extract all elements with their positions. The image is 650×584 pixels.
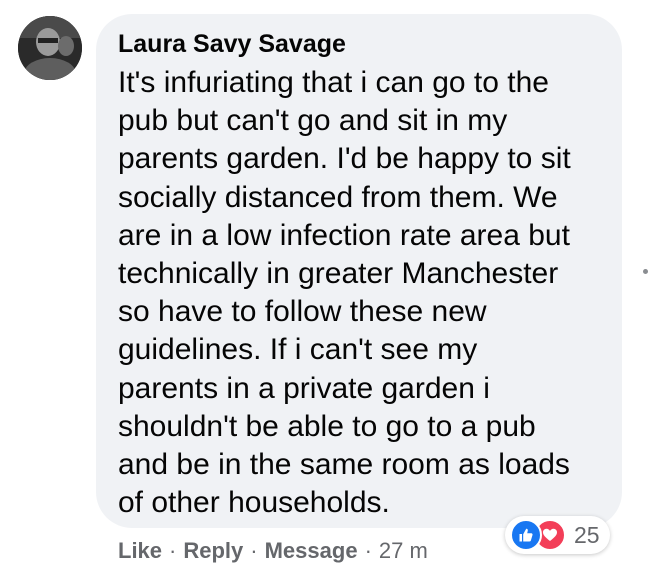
comment-text-line: so have to follow these new xyxy=(118,295,487,329)
comment-text-line: guidelines. If i can't see my xyxy=(118,333,478,367)
comment-text-line: are in a low infection rate area but xyxy=(118,218,570,252)
message-button[interactable]: Message xyxy=(265,538,358,564)
comment-text-line: parents garden. I'd be happy to sit xyxy=(118,142,571,176)
action-separator: · xyxy=(169,538,177,563)
more-options-icon[interactable] xyxy=(643,269,648,274)
action-separator: · xyxy=(250,538,258,563)
like-icon xyxy=(510,519,542,551)
like-button[interactable]: Like xyxy=(118,538,162,564)
comment-text-line: shouldn't be able to go to a pub xyxy=(118,409,536,443)
reply-button[interactable]: Reply xyxy=(183,538,243,564)
comment-timestamp[interactable]: 27 m xyxy=(379,538,428,564)
comment-text-line: parents in a private garden i xyxy=(118,371,490,405)
comment-text: It's infuriating that i can go to the pu… xyxy=(118,64,613,522)
avatar[interactable] xyxy=(18,16,82,80)
reactions-summary[interactable]: 25 xyxy=(505,516,610,554)
comment-text-line: technically in greater Manchester xyxy=(118,257,559,291)
reaction-count: 25 xyxy=(574,521,600,548)
comment-actions: Like · Reply · Message · 27 m xyxy=(118,538,428,564)
comment-text-line: and be in the same room as loads xyxy=(118,448,570,482)
comment-text-line: It's infuriating that i can go to the xyxy=(118,66,549,99)
comment-text-line: socially distanced from them. We xyxy=(118,180,558,214)
action-separator: · xyxy=(364,538,372,563)
profile-photo xyxy=(18,16,82,80)
comment-text-line: pub but can't go and sit in my xyxy=(118,104,508,138)
comment-author-name[interactable]: Laura Savy Savage xyxy=(118,30,346,59)
